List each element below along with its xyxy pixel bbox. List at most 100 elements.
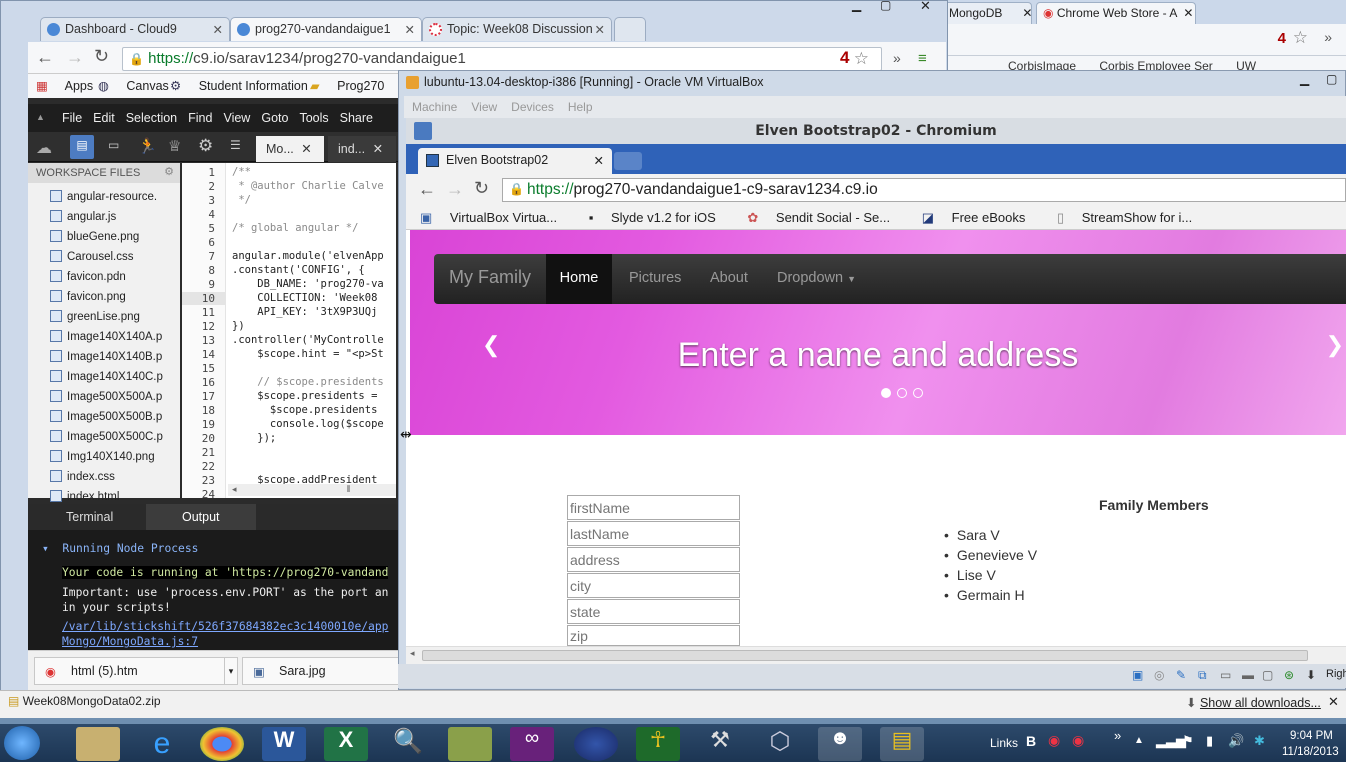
- file-item[interactable]: greenLise.png: [50, 310, 140, 330]
- close-icon[interactable]: ✕: [595, 22, 605, 37]
- battery-icon[interactable]: ▮: [1206, 733, 1213, 749]
- console-link[interactable]: Mongo/MongoData.js:7: [62, 635, 198, 648]
- download-menu-arrow[interactable]: ▾: [224, 657, 238, 685]
- menu-tools[interactable]: Tools: [299, 111, 328, 125]
- forward-arrow-icon[interactable]: →: [446, 179, 464, 200]
- chrome-taskbar-icon[interactable]: [200, 727, 244, 761]
- nav-home[interactable]: Home: [546, 254, 612, 304]
- address-input[interactable]: [567, 547, 740, 572]
- menu-edit[interactable]: Edit: [93, 111, 115, 125]
- run-icon[interactable]: 🏃: [138, 137, 157, 155]
- forward-arrow-icon[interactable]: →: [66, 47, 84, 68]
- close-icon[interactable]: ✕: [1328, 694, 1339, 710]
- console-icon[interactable]: ▭: [108, 138, 119, 152]
- bookmark-slyde[interactable]: ▪ Slyde v1.2 for iOS: [589, 210, 730, 225]
- file-item[interactable]: Image140X140B.p: [50, 350, 162, 370]
- file-item[interactable]: favicon.png: [50, 290, 126, 310]
- notepad-icon[interactable]: [448, 727, 492, 761]
- eclipse-icon[interactable]: [574, 727, 618, 761]
- nav-about[interactable]: About: [710, 270, 748, 286]
- shared-folders-icon[interactable]: ⧉: [1198, 668, 1207, 683]
- tab-elven-bootstrap[interactable]: Elven Bootstrap02 ✕: [418, 148, 612, 174]
- bookmark-streamshow[interactable]: ▯ StreamShow for i...: [1057, 210, 1206, 225]
- overflow-icon[interactable]: »: [1114, 728, 1121, 743]
- tab-dashboard[interactable]: Dashboard - Cloud9 ✕: [40, 17, 230, 41]
- word-icon[interactable]: W: [262, 727, 306, 761]
- virtualbox-taskbar-icon[interactable]: ⬡: [758, 727, 802, 761]
- tab-prog270[interactable]: prog270-vandandaigue1 ✕: [230, 17, 422, 41]
- file-item[interactable]: angular.js: [50, 210, 116, 230]
- recording-icon[interactable]: ▢: [1262, 668, 1273, 682]
- minimize-icon[interactable]: ▁: [852, 0, 861, 12]
- internet-explorer-icon[interactable]: e: [140, 727, 184, 761]
- overflow-icon[interactable]: »: [1324, 29, 1332, 45]
- explorer-icon[interactable]: [76, 727, 120, 761]
- cloud-icon[interactable]: ☁: [36, 138, 52, 158]
- chrome-small-icon[interactable]: ◉: [1072, 732, 1084, 749]
- extension-badge[interactable]: 4: [840, 48, 849, 68]
- console-link[interactable]: /var/lib/stickshift/526f37684382ec3c1400…: [62, 620, 388, 633]
- tray-expand-icon[interactable]: ▲: [1134, 735, 1144, 746]
- excel-icon[interactable]: X: [324, 727, 368, 761]
- console-process-title[interactable]: ▾ Running Node Process: [42, 542, 198, 555]
- maximize-icon[interactable]: ▢: [880, 0, 891, 12]
- back-arrow-icon[interactable]: ←: [36, 47, 54, 68]
- file-item[interactable]: Carousel.css: [50, 250, 133, 270]
- new-tab-button[interactable]: [614, 17, 646, 41]
- menu-file[interactable]: File: [62, 111, 82, 125]
- close-icon[interactable]: ✕: [1183, 6, 1193, 20]
- close-icon[interactable]: ✕: [373, 142, 383, 156]
- tab-index[interactable]: ind... ✕: [328, 136, 396, 162]
- show-all-downloads[interactable]: ⬇ Show all downloads...: [1186, 695, 1321, 710]
- minimize-icon[interactable]: ▁: [1300, 72, 1309, 86]
- menu-machine[interactable]: Machine: [412, 100, 457, 114]
- file-item[interactable]: index.css: [50, 470, 115, 490]
- apps-bookmark[interactable]: ▦ Apps: [36, 78, 107, 93]
- search-icon[interactable]: 🔍: [386, 727, 430, 761]
- archive-icon[interactable]: ▤: [880, 727, 924, 761]
- scroll-left-icon[interactable]: ◂: [410, 648, 415, 659]
- guest-hscrollbar[interactable]: ◂: [406, 646, 1346, 664]
- menu-selection[interactable]: Selection: [126, 111, 177, 125]
- cd-icon[interactable]: ◎: [1154, 668, 1164, 682]
- star-icon[interactable]: ☆: [1293, 28, 1308, 48]
- lastname-input[interactable]: [567, 521, 740, 546]
- back-arrow-icon[interactable]: ←: [418, 179, 436, 200]
- overflow-icon[interactable]: »: [893, 50, 901, 66]
- close-icon[interactable]: ✕: [1022, 6, 1031, 20]
- nav-pictures[interactable]: Pictures: [629, 270, 681, 286]
- chrome-small-icon[interactable]: ◉: [1048, 732, 1060, 749]
- download-item[interactable]: ▣ Sara.jpg: [242, 657, 402, 685]
- menu-find[interactable]: Find: [188, 111, 212, 125]
- clock-date[interactable]: 11/18/2013: [1282, 746, 1339, 758]
- volume-icon[interactable]: 🔊: [1228, 733, 1244, 749]
- network-tray-icon[interactable]: ✱: [1254, 733, 1265, 749]
- guest-address-bar[interactable]: 🔒 https://prog270-vandandaigue1-c9-sarav…: [502, 178, 1346, 202]
- tab-week08-discussion[interactable]: Topic: Week08 Discussion ✕: [422, 17, 612, 41]
- start-button[interactable]: [4, 726, 40, 760]
- address-bar[interactable]: 🔒 https://c9.io/sarav1234/prog270-vandan…: [122, 47, 882, 71]
- file-item[interactable]: Image500X500B.p: [50, 410, 162, 430]
- reload-icon[interactable]: ↻: [474, 178, 489, 199]
- network-icon[interactable]: ▬: [1242, 668, 1254, 682]
- code-editor[interactable]: /** * @author Charlie Calve */ /* global …: [226, 163, 396, 498]
- close-icon[interactable]: ✕: [594, 153, 604, 168]
- collapse-icon[interactable]: ▲: [36, 112, 45, 122]
- close-icon[interactable]: ✕: [405, 22, 415, 37]
- extension-badge[interactable]: 4: [1278, 30, 1286, 47]
- close-icon[interactable]: ✕: [301, 142, 311, 156]
- file-item[interactable]: favicon.pdn: [50, 270, 126, 290]
- carousel-indicator[interactable]: [897, 388, 907, 398]
- reload-icon[interactable]: ↻: [94, 46, 109, 67]
- hdd-icon[interactable]: ▣: [1132, 668, 1143, 682]
- links-toolbar-label[interactable]: Links: [990, 736, 1018, 750]
- carousel-indicator-active[interactable]: [881, 388, 891, 398]
- menu-view[interactable]: View: [223, 111, 250, 125]
- gear-icon[interactable]: ⚙: [198, 136, 213, 156]
- menu-help[interactable]: Help: [568, 100, 593, 114]
- back-tab-mongodb[interactable]: MongoDB ✕: [942, 2, 1032, 24]
- close-icon[interactable]: ✕: [213, 22, 223, 37]
- tools-icon[interactable]: ⚒: [698, 727, 742, 761]
- carousel-indicator[interactable]: [913, 388, 923, 398]
- city-input[interactable]: [567, 573, 740, 598]
